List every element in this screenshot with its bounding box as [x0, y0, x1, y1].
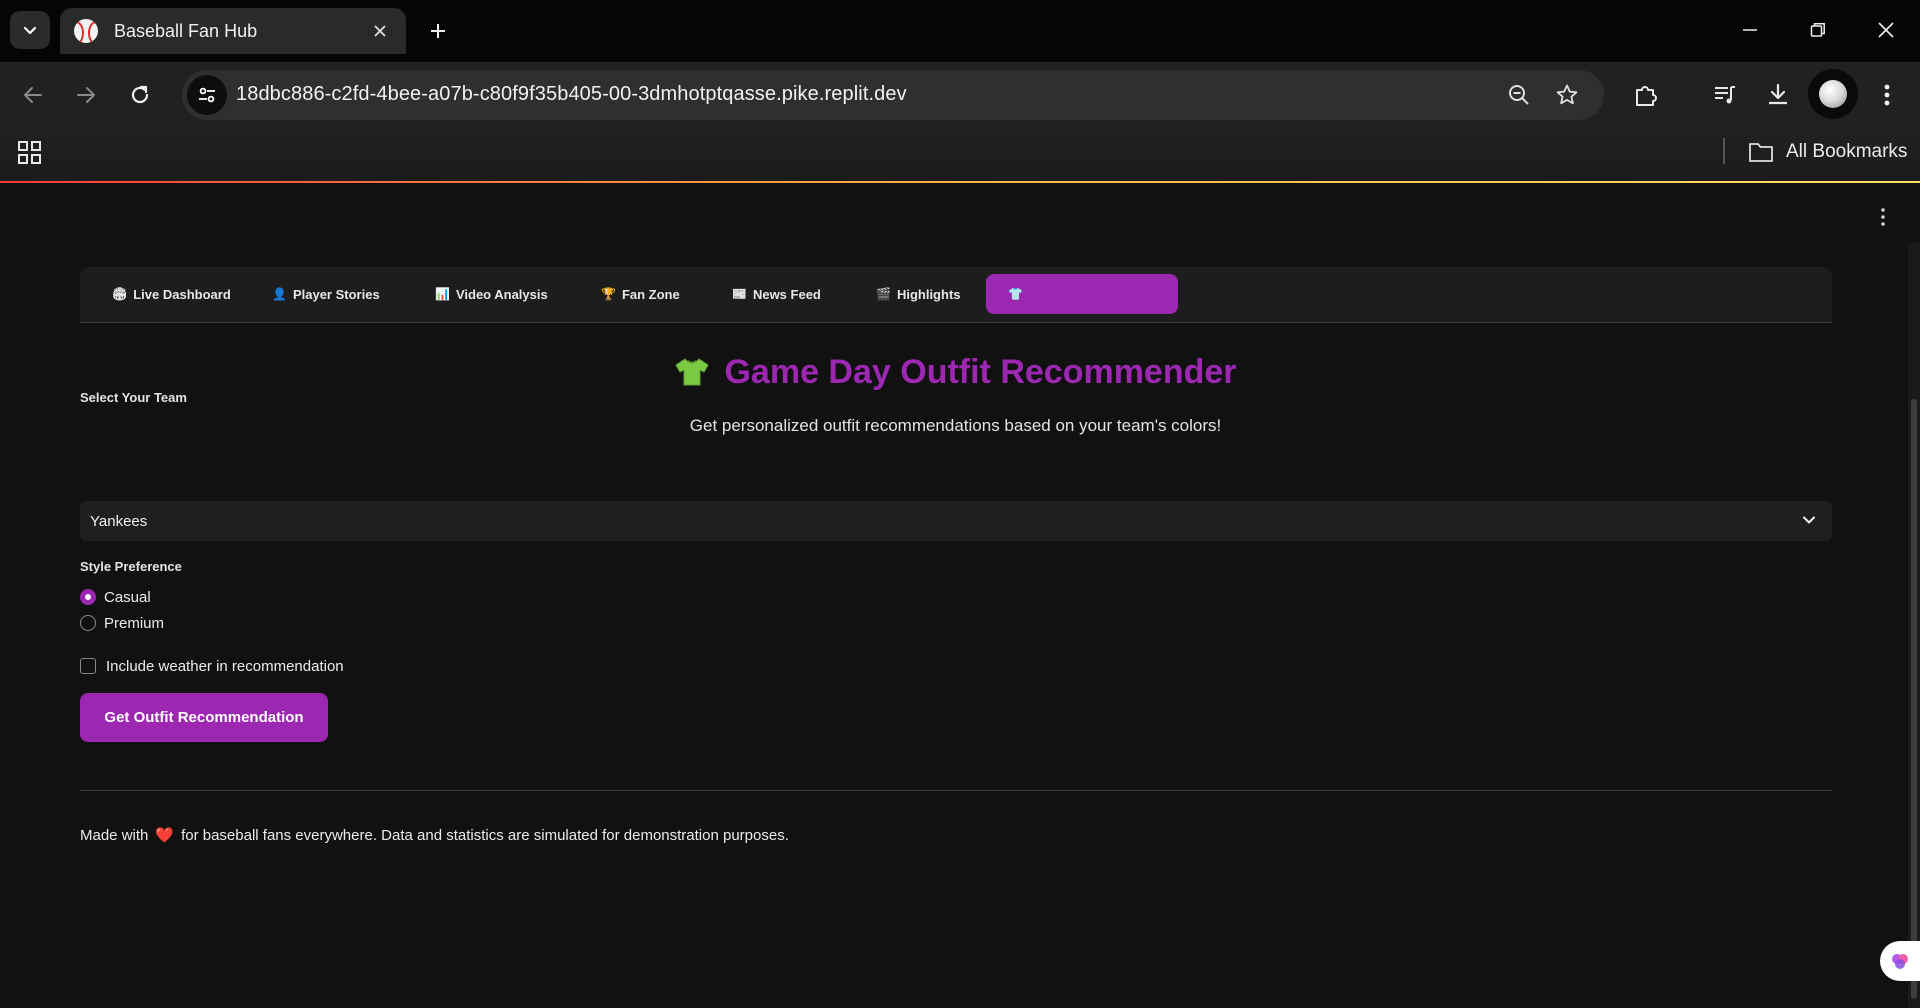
chevron-down-icon: [1803, 516, 1815, 524]
app-tabs: 🏟 Live Dashboard 👤 Player Stories 📊 Vide…: [80, 267, 1832, 323]
more-vert-icon: [1884, 84, 1890, 106]
tab-video-analysis[interactable]: 📊 Video Analysis: [413, 274, 570, 314]
page-title-text: Game Day Outfit Recommender: [724, 353, 1237, 391]
apps-grid-icon[interactable]: [16, 139, 44, 167]
browser-tab-title: Baseball Fan Hub: [114, 20, 258, 41]
forward-button[interactable]: [67, 76, 105, 114]
app-page: 🏟 Live Dashboard 👤 Player Stories 📊 Vide…: [0, 183, 1920, 1008]
arrow-left-icon: [24, 87, 42, 103]
profile-button[interactable]: [1808, 69, 1858, 119]
tab-live-dashboard[interactable]: 🏟 Live Dashboard: [90, 274, 253, 314]
reload-icon: [131, 85, 149, 104]
folder-icon: [1749, 143, 1773, 162]
chart-icon: 📊: [435, 287, 450, 301]
team-select-label: Select Your Team: [80, 390, 187, 405]
window-controls: [1716, 0, 1920, 60]
tab-fan-zone[interactable]: 🏆 Fan Zone: [579, 274, 702, 314]
plus-icon: [431, 24, 445, 38]
trophy-icon: 🏆: [601, 287, 616, 301]
footer-prefix: Made with: [80, 826, 149, 844]
browser-tab-strip: Baseball Fan Hub: [0, 0, 1920, 62]
new-tab-button[interactable]: [418, 12, 458, 50]
url-text[interactable]: 18dbc886-c2fd-4bee-a07b-c80f9f35b405-00-…: [236, 83, 907, 106]
footer-suffix: for baseball fans everywhere. Data and s…: [181, 826, 789, 844]
get-recommendation-button[interactable]: Get Outfit Recommendation: [80, 693, 328, 742]
download-icon: [1769, 83, 1787, 105]
bookmarks-divider: [1723, 138, 1725, 164]
tab-label: Player Stories: [292, 286, 380, 302]
close-window-button[interactable]: [1852, 0, 1920, 60]
playlist-music-icon: [1715, 86, 1735, 104]
style-preference-label: Style Preference: [80, 559, 182, 574]
media-control-button[interactable]: [1706, 76, 1744, 114]
minimize-icon: [1743, 29, 1757, 31]
restore-button[interactable]: [1784, 0, 1852, 60]
tab-outfit-recommender[interactable]: 👕: [986, 274, 1178, 314]
team-select-value: Yankees: [90, 512, 148, 530]
page-subtitle: Get personalized outfit recommendations …: [689, 416, 1222, 435]
zoom-out-icon: [1509, 85, 1529, 105]
divider: [80, 790, 1832, 791]
assistant-extension-button[interactable]: [1880, 941, 1920, 981]
all-bookmarks-label: All Bookmarks: [1786, 141, 1908, 162]
arrow-right-icon: [77, 87, 95, 103]
tab-search-button[interactable]: [10, 11, 50, 49]
puzzle-icon: [1636, 86, 1657, 106]
browser-tab[interactable]: Baseball Fan Hub: [60, 8, 406, 54]
star-icon: [1556, 84, 1578, 105]
avatar: [1819, 80, 1847, 108]
reload-button[interactable]: [121, 76, 159, 114]
baseball-icon: [74, 19, 98, 43]
tab-highlights[interactable]: 🎬 Highlights: [854, 274, 983, 314]
radio-premium[interactable]: Premium: [80, 612, 164, 634]
scrollbar-thumb[interactable]: [1911, 399, 1917, 999]
weather-checkbox[interactable]: [80, 658, 96, 674]
back-button[interactable]: [14, 76, 52, 114]
page-scrollbar[interactable]: [1908, 243, 1920, 1008]
radio-casual[interactable]: Casual: [80, 586, 151, 608]
tab-label: Fan Zone: [621, 286, 680, 302]
bookmark-star-button[interactable]: [1554, 82, 1580, 108]
brain-icon: [1892, 954, 1908, 969]
tab-label: Video Analysis: [455, 286, 548, 302]
all-bookmarks-button[interactable]: All Bookmarks: [1748, 138, 1907, 166]
tab-label: Highlights: [896, 286, 961, 302]
stadium-icon: 🏟: [112, 287, 128, 301]
page-title: Game Day Outfit Recommender: [0, 353, 1911, 392]
person-icon: 👤: [272, 287, 287, 301]
downloads-button[interactable]: [1759, 76, 1797, 114]
radio-unchecked-icon[interactable]: [80, 615, 96, 631]
clapperboard-icon: 🎬: [876, 287, 891, 301]
radio-label: Premium: [104, 614, 165, 632]
close-icon: [1878, 22, 1894, 38]
tab-label: Live Dashboard: [133, 286, 231, 302]
address-bar[interactable]: 18dbc886-c2fd-4bee-a07b-c80f9f35b405-00-…: [182, 70, 1604, 120]
chevron-down-icon: [23, 26, 37, 35]
shirt-icon: [675, 358, 710, 386]
browser-toolbar: 18dbc886-c2fd-4bee-a07b-c80f9f35b405-00-…: [0, 62, 1920, 126]
team-select[interactable]: Yankees: [80, 501, 1832, 541]
restore-icon: [1810, 23, 1825, 37]
heart-icon: ❤️: [155, 827, 175, 844]
radio-checked-icon[interactable]: [80, 589, 96, 605]
browser-menu-button[interactable]: [1868, 76, 1906, 114]
footer: Made with ❤️ for baseball fans everywher…: [80, 826, 789, 845]
minimize-button[interactable]: [1716, 0, 1784, 60]
more-vert-icon[interactable]: [1880, 207, 1886, 227]
weather-checkbox-row[interactable]: Include weather in recommendation: [80, 655, 344, 677]
tab-label: News Feed: [752, 286, 821, 302]
newspaper-icon: 📰: [732, 287, 747, 301]
bookmarks-bar: All Bookmarks: [0, 126, 1920, 182]
tab-player-stories[interactable]: 👤 Player Stories: [250, 274, 402, 314]
radio-label: Casual: [104, 588, 151, 606]
zoom-button[interactable]: [1506, 82, 1532, 108]
tune-icon: [199, 87, 215, 103]
extensions-button[interactable]: [1627, 76, 1665, 114]
close-icon: [374, 25, 386, 37]
weather-checkbox-label: Include weather in recommendation: [106, 657, 344, 675]
shirt-icon: 👕: [1008, 287, 1023, 301]
close-tab-button[interactable]: [368, 19, 392, 43]
site-info-button[interactable]: [187, 75, 227, 115]
tab-news-feed[interactable]: 📰 News Feed: [710, 274, 843, 314]
